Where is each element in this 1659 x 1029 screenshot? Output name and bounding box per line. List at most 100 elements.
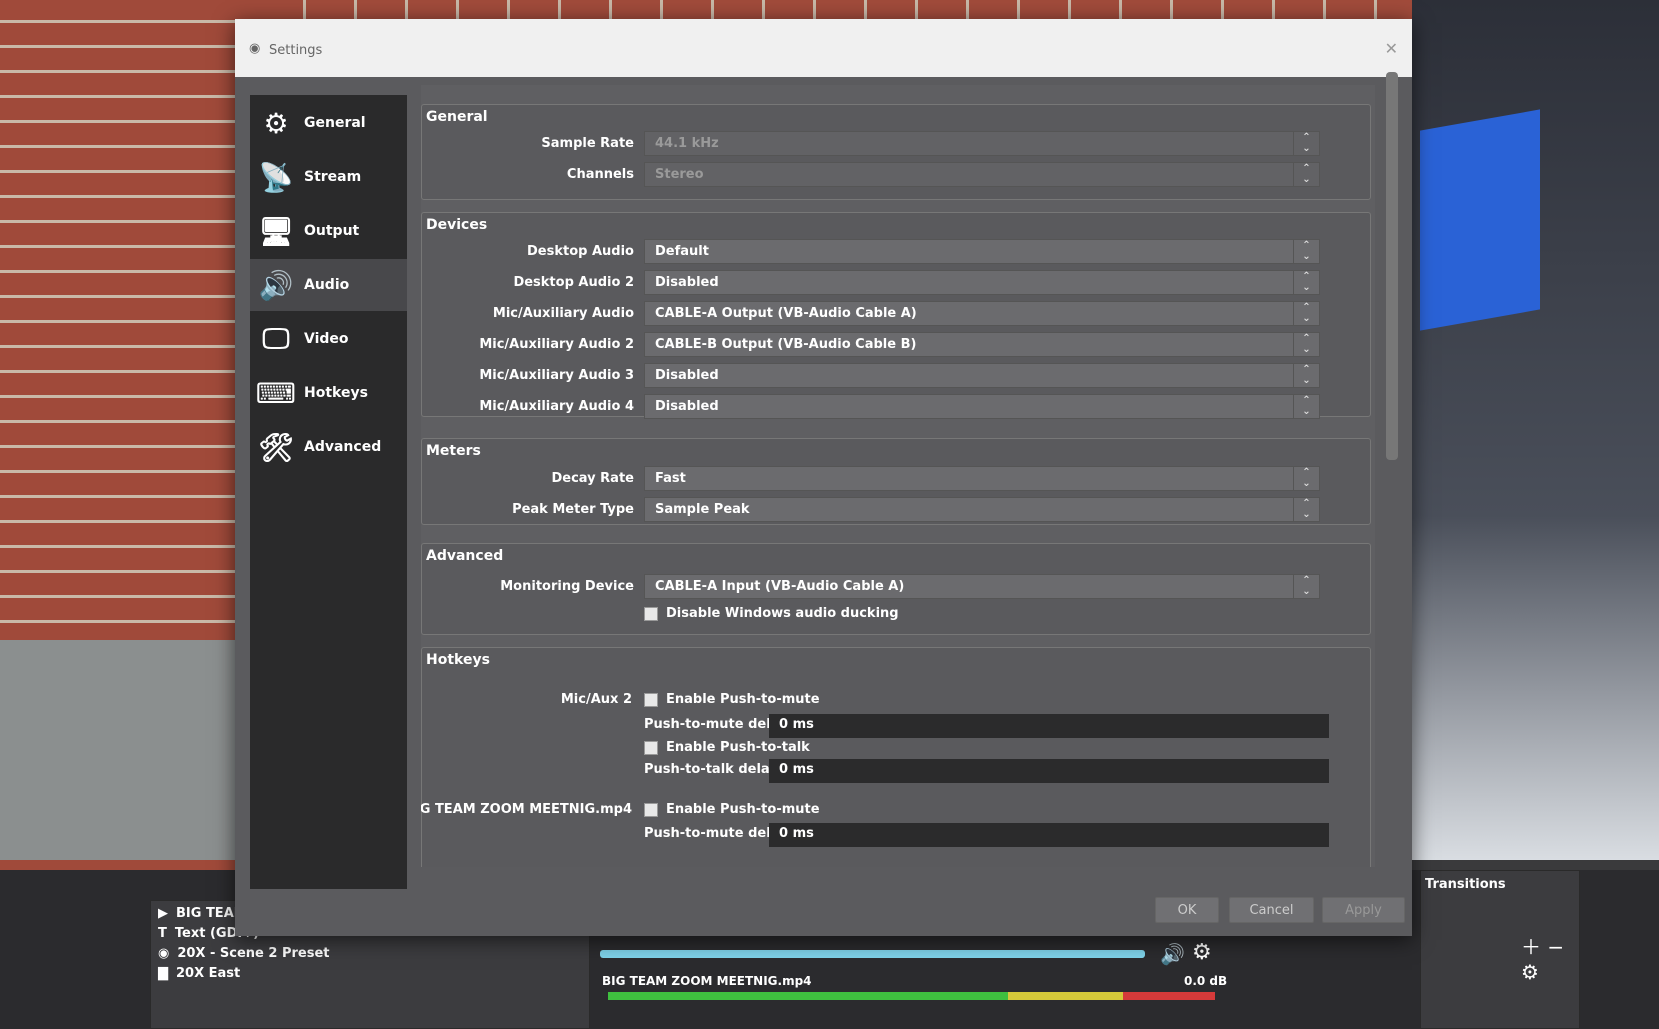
meters-group: Meters Decay Rate Fast ⌃ ⌄ Peak Meter Type…	[421, 438, 1371, 525]
settings-sidebar: ⚙ General 📡 Stream 🖥 Output 🔊 Audio 🖵 Video ⌨ Hotke…	[250, 95, 407, 889]
spin-arrows-icon: ⌃ ⌄	[1293, 333, 1319, 356]
push-to-mute-checkbox[interactable]: Enable Push-to-mute	[644, 692, 820, 707]
select-value: Sample Peak	[655, 502, 750, 517]
disable-ducking-checkbox[interactable]: Disable Windows audio ducking	[644, 606, 899, 621]
select-value: 44.1 kHz	[655, 136, 719, 151]
sidebar-item-output[interactable]: 🖥 Output	[250, 205, 407, 257]
device-select[interactable]: Disabled ⌃ ⌄	[644, 363, 1320, 388]
checkbox-box[interactable]	[644, 606, 658, 621]
device-row: Mic/Auxiliary Audio CABLE-A Output (VB-Au…	[422, 301, 1372, 327]
cancel-button[interactable]: Cancel	[1229, 897, 1314, 923]
title-bar: ◉ Settings ✕	[235, 19, 1412, 77]
checkbox-label: Enable Push-to-mute	[666, 692, 820, 707]
device-label: Desktop Audio	[527, 244, 634, 259]
background-foam	[1420, 109, 1540, 331]
device-select[interactable]: Disabled ⌃ ⌄	[644, 394, 1320, 419]
sidebar-item-hotkeys[interactable]: ⌨ Hotkeys	[250, 367, 407, 419]
push-to-mute-delay-input[interactable]: 0 ms	[769, 823, 1329, 847]
channels-label: Channels	[566, 167, 634, 182]
volume-slider[interactable]	[600, 950, 1145, 958]
group-title: Hotkeys	[426, 652, 490, 668]
play-icon: ▶	[158, 906, 168, 921]
select-value: Fast	[655, 471, 686, 486]
window-title: Settings	[269, 43, 323, 58]
monitoring-device-select[interactable]: CABLE-A Input (VB-Audio Cable A) ⌃ ⌄	[644, 574, 1320, 599]
spin-arrows-icon: ⌃ ⌄	[1293, 240, 1319, 263]
sidebar-item-label: Audio	[304, 277, 350, 293]
input-value: 0 ms	[779, 717, 814, 732]
sidebar-item-stream[interactable]: 📡 Stream	[250, 151, 407, 203]
select-value: CABLE-B Output (VB-Audio Cable B)	[655, 337, 917, 352]
globe-icon: ◉	[158, 946, 170, 961]
checkbox-box[interactable]	[644, 692, 658, 707]
sample-rate-select[interactable]: 44.1 kHz ⌃ ⌄	[644, 131, 1320, 156]
group-title: Devices	[426, 217, 488, 233]
close-icon[interactable]: ✕	[1385, 39, 1398, 58]
hotkey-source-name: BIG TEAM ZOOM MEETNIG.mp4	[421, 802, 632, 817]
input-value: 0 ms	[779, 762, 814, 777]
sidebar-item-label: Video	[304, 331, 349, 347]
device-row: Mic/Auxiliary Audio 4 Disabled ⌃ ⌄	[422, 394, 1372, 420]
checkbox-box[interactable]	[644, 740, 658, 755]
channels-select[interactable]: Stereo ⌃ ⌄	[644, 162, 1320, 187]
select-value: Disabled	[655, 275, 719, 290]
gear-icon: ⚙	[263, 106, 289, 140]
sidebar-item-advanced[interactable]: 🛠 Advanced	[250, 421, 407, 473]
source-item[interactable]: ◉ 20X - Scene 2 Preset	[158, 946, 329, 961]
decay-rate-select[interactable]: Fast ⌃ ⌄	[644, 466, 1320, 491]
content-scrollbar[interactable]	[1386, 72, 1398, 460]
push-to-talk-checkbox[interactable]: Enable Push-to-talk	[644, 740, 810, 755]
spin-arrows-icon: ⌃ ⌄	[1293, 163, 1319, 186]
peak-meter-select[interactable]: Sample Peak ⌃ ⌄	[644, 497, 1320, 522]
device-select[interactable]: CABLE-A Output (VB-Audio Cable A) ⌃ ⌄	[644, 301, 1320, 326]
device-select[interactable]: Default ⌃ ⌄	[644, 239, 1320, 264]
sidebar-item-label: Advanced	[304, 439, 382, 455]
antenna-icon: 📡	[258, 160, 294, 194]
mixer-source-name: BIG TEAM ZOOM MEETNIG.mp4	[602, 974, 812, 988]
apply-button[interactable]: Apply	[1322, 897, 1405, 923]
sidebar-item-label: Stream	[304, 169, 362, 185]
meter-green	[608, 992, 1008, 1000]
meter-red	[1123, 992, 1215, 1000]
mixer-db: 0.0 dB	[1184, 974, 1228, 988]
gear-icon[interactable]: ⚙	[1192, 940, 1212, 965]
obs-logo-icon: ◉	[249, 41, 261, 56]
text-icon: T	[158, 926, 167, 941]
push-to-mute-checkbox[interactable]: Enable Push-to-mute	[644, 802, 820, 817]
spin-arrows-icon: ⌃ ⌄	[1293, 132, 1319, 155]
device-label: Mic/Auxiliary Audio 4	[479, 399, 634, 414]
spin-arrows-icon: ⌃ ⌄	[1293, 395, 1319, 418]
speaker-icon: 🔊	[258, 268, 294, 302]
device-label: Mic/Auxiliary Audio 2	[479, 337, 634, 352]
push-to-talk-delay-label: Push-to-talk delay	[644, 762, 778, 777]
push-to-mute-delay-input[interactable]: 0 ms	[769, 714, 1329, 738]
checkbox-label: Enable Push-to-talk	[666, 740, 810, 755]
group-title: Advanced	[426, 548, 504, 564]
select-value: Default	[655, 244, 709, 259]
speaker-icon[interactable]: 🔊	[1160, 942, 1185, 966]
push-to-mute-delay-label: Push-to-mute delay	[644, 717, 788, 732]
transitions-panel: Transitions ＋ − ⚙	[1420, 870, 1580, 1029]
device-label: Mic/Auxiliary Audio 3	[479, 368, 634, 383]
monitoring-device-label: Monitoring Device	[500, 579, 634, 594]
sidebar-item-general[interactable]: ⚙ General	[250, 97, 407, 149]
keyboard-icon: ⌨	[255, 376, 297, 410]
transitions-title: Transitions	[1425, 877, 1506, 892]
spin-arrows-icon: ⌃ ⌄	[1293, 271, 1319, 294]
sidebar-item-label: Output	[304, 223, 360, 239]
sidebar-item-video[interactable]: 🖵 Video	[250, 313, 407, 365]
sidebar-item-audio[interactable]: 🔊 Audio	[250, 259, 407, 311]
source-item[interactable]: ▇ 20X East	[158, 966, 240, 981]
device-select[interactable]: CABLE-B Output (VB-Audio Cable B) ⌃ ⌄	[644, 332, 1320, 357]
checkbox-box[interactable]	[644, 802, 658, 817]
checkbox-label: Disable Windows audio ducking	[666, 606, 899, 621]
select-value: CABLE-A Output (VB-Audio Cable A)	[655, 306, 917, 321]
peak-meter-label: Peak Meter Type	[512, 502, 634, 517]
input-value: 0 ms	[779, 826, 814, 841]
ok-button[interactable]: OK	[1155, 897, 1219, 923]
add-icon[interactable]: ＋ − ⚙	[1521, 931, 1579, 984]
tools-icon: 🛠	[258, 430, 294, 464]
push-to-talk-delay-input[interactable]: 0 ms	[769, 759, 1329, 783]
device-select[interactable]: Disabled ⌃ ⌄	[644, 270, 1320, 295]
select-value: Disabled	[655, 368, 719, 383]
